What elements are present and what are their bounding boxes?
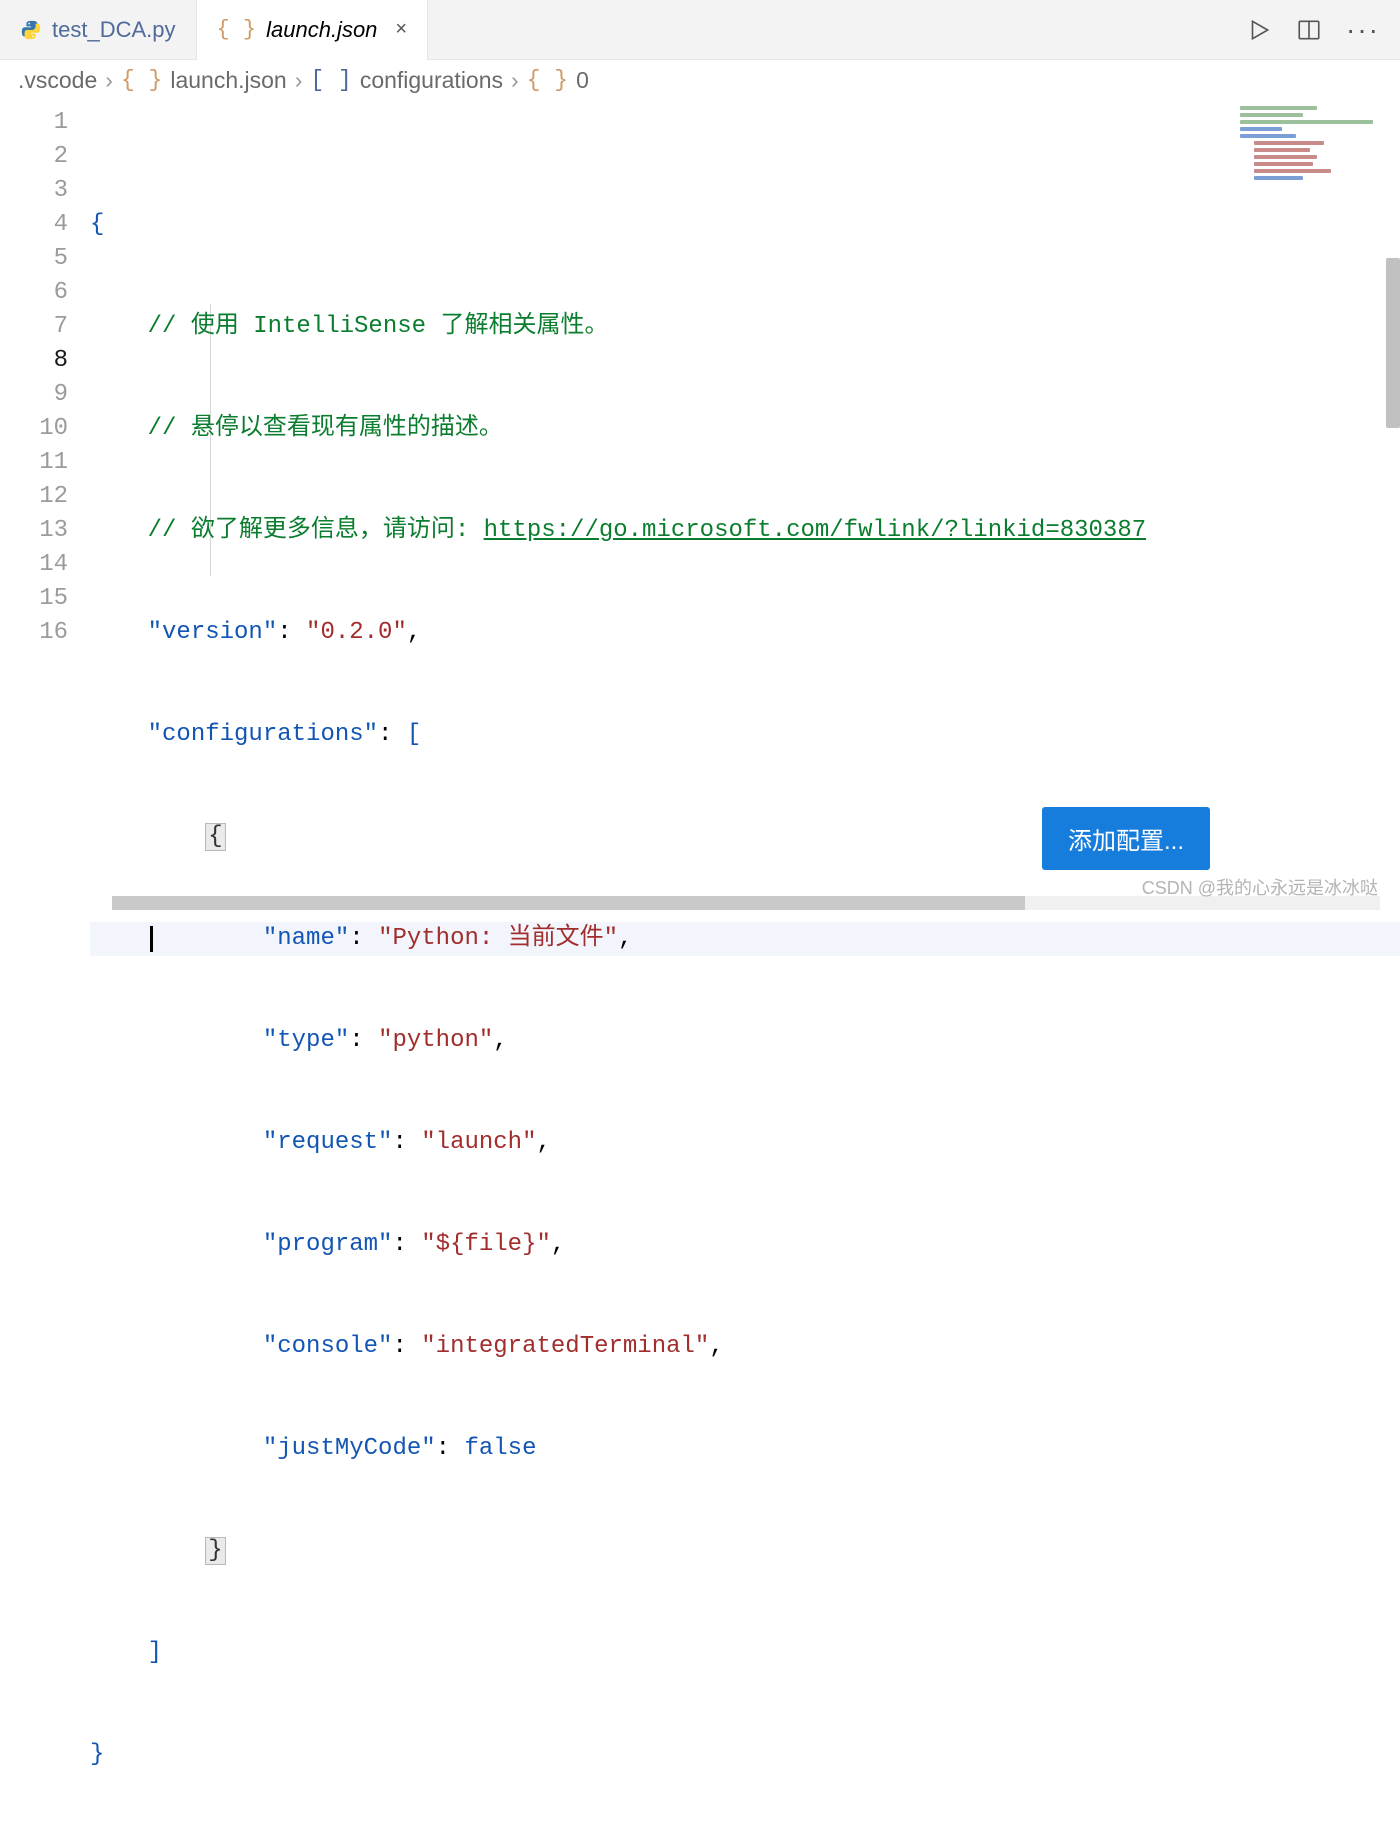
more-actions-icon[interactable]: ··· xyxy=(1346,14,1380,46)
chevron-right-icon: › xyxy=(105,67,113,94)
breadcrumb-file[interactable]: launch.json xyxy=(170,67,286,94)
tab-label-active: launch.json xyxy=(266,17,377,43)
tab-label-inactive: test_DCA.py xyxy=(52,17,176,43)
code-editor[interactable]: 1 2 3 4 5 6 7 8 9 10 11 12 13 14 15 16 {… xyxy=(0,100,1400,1840)
close-icon[interactable]: × xyxy=(395,18,407,41)
editor-container: 1 2 3 4 5 6 7 8 9 10 11 12 13 14 15 16 {… xyxy=(0,100,1400,1840)
array-icon: [ ] xyxy=(310,67,351,93)
minimap[interactable] xyxy=(1240,106,1380,226)
tab-bar: test_DCA.py { } launch.json × ··· xyxy=(0,0,1400,60)
run-icon[interactable] xyxy=(1246,17,1272,43)
line-number-gutter: 1 2 3 4 5 6 7 8 9 10 11 12 13 14 15 16 xyxy=(0,100,90,1840)
tab-launch-json[interactable]: { } launch.json × xyxy=(197,0,429,60)
vertical-scrollbar[interactable] xyxy=(1386,258,1400,428)
chevron-right-icon: › xyxy=(295,67,303,94)
python-icon xyxy=(20,19,42,41)
breadcrumb-index[interactable]: 0 xyxy=(576,67,589,94)
tab-test-dca[interactable]: test_DCA.py xyxy=(0,0,197,60)
add-configuration-button[interactable]: 添加配置... xyxy=(1042,807,1210,870)
breadcrumb-key[interactable]: configurations xyxy=(360,67,503,94)
breadcrumb[interactable]: .vscode › { } launch.json › [ ] configur… xyxy=(0,60,1400,100)
editor-toolbar: ··· xyxy=(1246,14,1400,46)
object-icon: { } xyxy=(527,67,568,93)
breadcrumb-folder[interactable]: .vscode xyxy=(18,67,97,94)
scrollbar-thumb[interactable] xyxy=(112,896,1025,910)
watermark-text: CSDN @我的心永远是冰冰哒 xyxy=(1142,874,1378,900)
chevron-right-icon: › xyxy=(511,67,519,94)
split-editor-icon[interactable] xyxy=(1296,17,1322,43)
json-icon: { } xyxy=(121,67,162,93)
json-icon: { } xyxy=(217,17,257,42)
code-area[interactable]: { // 使用 IntelliSense 了解相关属性。 // 悬停以查看现有属… xyxy=(90,100,1400,1840)
